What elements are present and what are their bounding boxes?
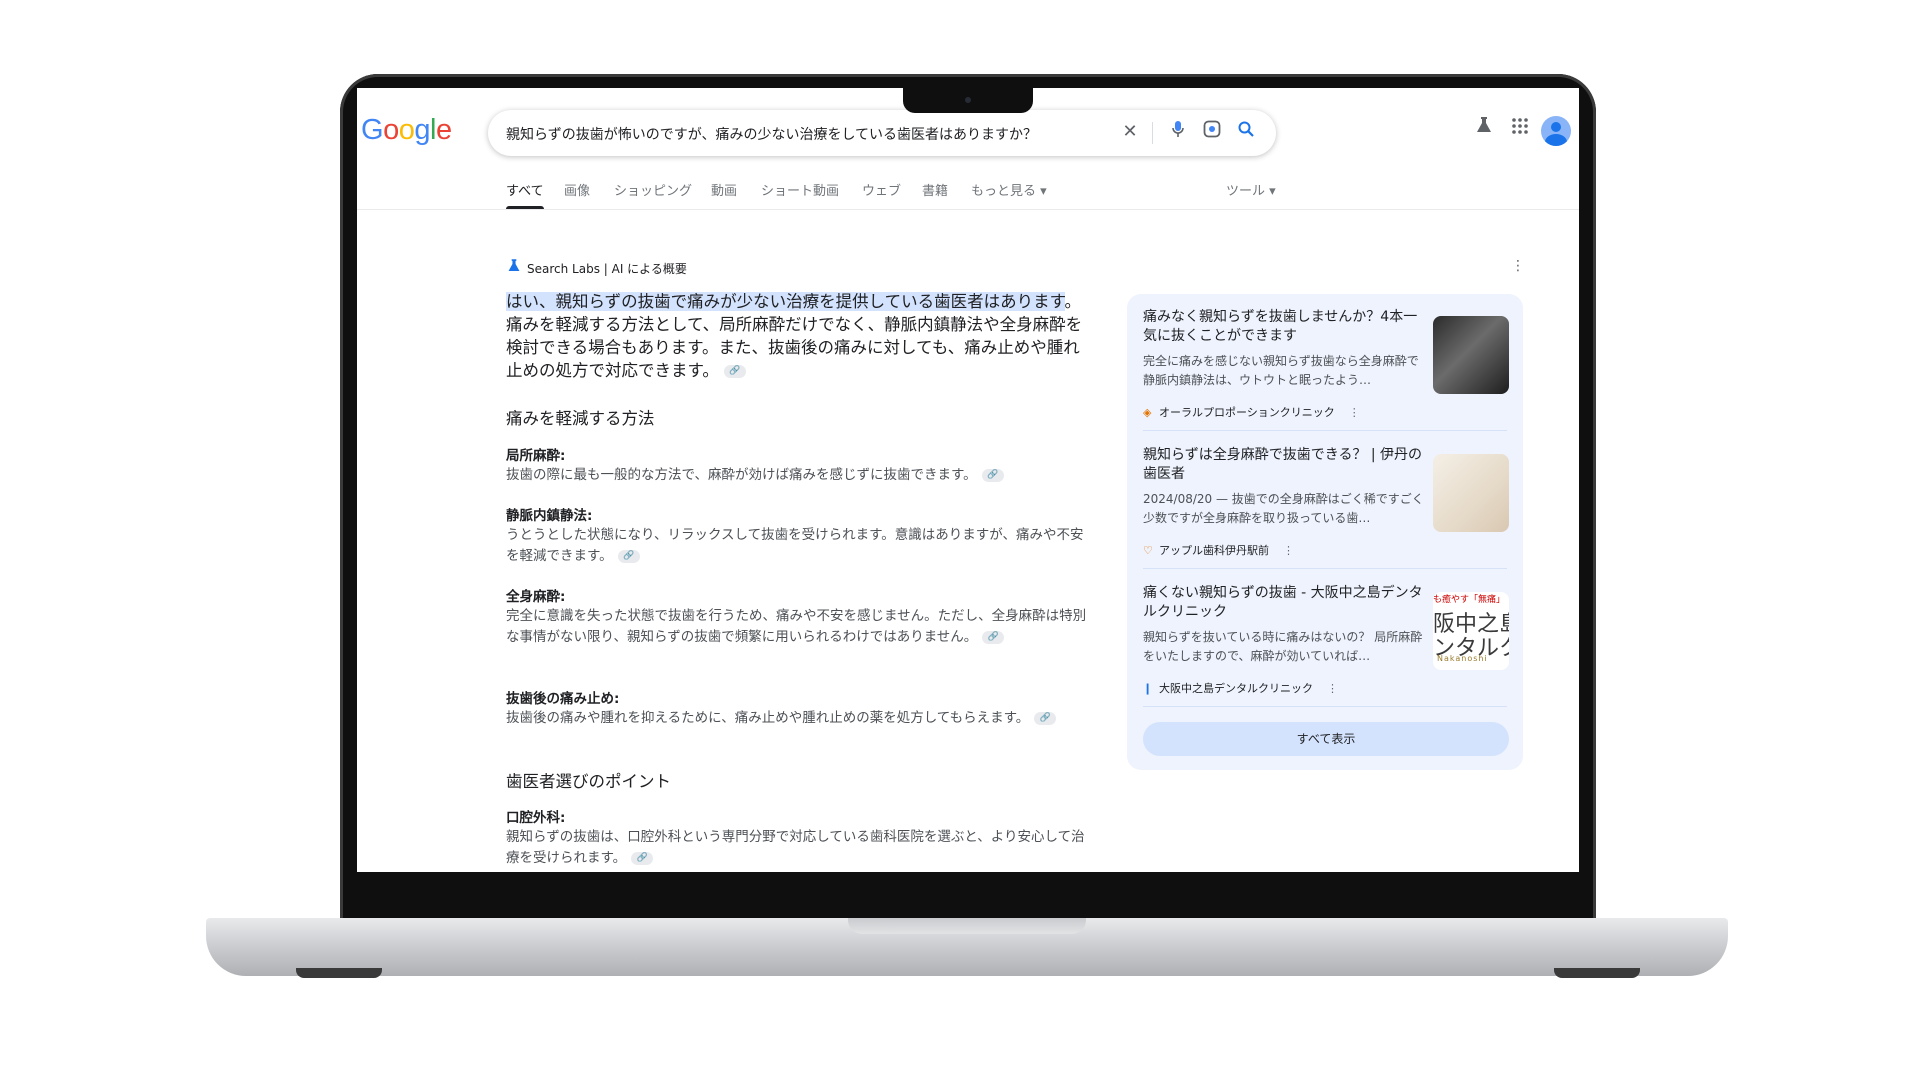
link-icon[interactable]: 🔗 [981, 468, 1004, 482]
mic-icon[interactable] [1166, 120, 1190, 144]
thumbnail-caption: も癒やす「無痛」 [1433, 595, 1506, 605]
site-favicon-icon: ❙ [1143, 682, 1153, 695]
divider [1143, 568, 1507, 569]
tabs-divider [357, 209, 1579, 210]
search-divider [1152, 122, 1153, 144]
highlighted-answer: はい、親知らずの抜歯で痛みが少ない治療を提供している歯医者はあります [506, 292, 1065, 311]
account-avatar[interactable] [1541, 116, 1571, 146]
link-icon[interactable]: 🔗 [631, 851, 654, 865]
show-all-button[interactable]: すべて表示 [1143, 722, 1509, 756]
tab-all[interactable]: すべて [506, 180, 544, 199]
tab-books[interactable]: 書籍 [922, 180, 948, 199]
more-options-icon[interactable]: ⋮ [1327, 682, 1338, 695]
item-title: 局所麻酔: [506, 448, 566, 464]
more-options-icon[interactable]: ⋮ [1283, 544, 1294, 557]
section-title: 痛みを軽減する方法 [506, 409, 655, 428]
camera-notch [903, 87, 1033, 113]
laptop-opening-notch [848, 918, 1086, 934]
lens-icon[interactable] [1200, 120, 1224, 144]
link-icon[interactable]: 🔗 [617, 549, 640, 563]
item-text: 親知らずの抜歯は、口腔外科という専門分野で対応している歯科医院を選ぶと、より安心… [506, 829, 1085, 866]
labs-flask-icon[interactable] [1469, 114, 1499, 144]
item-text: 完全に意識を失った状態で抜歯を行うため、痛みや不安を感じません。ただし、全身麻酔… [506, 608, 1087, 645]
labs-flask-icon [507, 258, 521, 277]
more-options-icon[interactable]: ⋮ [1349, 406, 1360, 419]
source-title[interactable]: 痛くない親知らずの抜歯 - 大阪中之島デンタルクリニック [1143, 584, 1425, 622]
tab-short-videos[interactable]: ショート動画 [761, 180, 839, 199]
link-icon[interactable]: 🔗 [723, 365, 746, 378]
source-snippet: 完全に痛みを感じない親知らず抜歯なら全身麻酔で 静脈内鎮静法は、ウトウトと眠った… [1143, 354, 1419, 387]
close-icon[interactable]: ✕ [1118, 120, 1142, 144]
source-title[interactable]: 痛みなく親知らずを抜歯しませんか？4本一気に抜くことができます [1143, 308, 1425, 346]
ai-answer-intro: はい、親知らずの抜歯で痛みが少ない治療を提供している歯医者はあります。痛みを軽減… [506, 290, 1090, 382]
tab-shopping[interactable]: ショッピング [614, 180, 692, 199]
source-site: ♡ アップル歯科伊丹駅前 ⋮ [1143, 544, 1294, 557]
more-options-icon[interactable]: ⋮ [1511, 258, 1525, 274]
thumbnail-caption: Nakanoshi [1437, 654, 1488, 663]
source-snippet: 2024/08/20 — 抜歯での全身麻酔はごく稀ですごく少数ですが全身麻酔を取… [1143, 492, 1424, 525]
browser-screen: Google 親知らずの抜歯が怖いのですが、痛みの少ない治療をしている歯医者はあ… [357, 88, 1579, 872]
avatar-head [1551, 122, 1561, 132]
source-card[interactable]: 親知らずは全身麻酔で抜歯できる？ | 伊丹の歯医者 2024/08/20 — 抜… [1143, 446, 1513, 566]
search-box[interactable]: 親知らずの抜歯が怖いのですが、痛みの少ない治療をしている歯医者はありますか？ ✕ [488, 110, 1276, 156]
tools-button[interactable]: ツール ▾ [1226, 180, 1276, 199]
source-thumbnail[interactable] [1433, 454, 1509, 532]
item-title: 口腔外科: [506, 810, 566, 826]
item-text: 抜歯の際に最も一般的な方法で、麻酔が効けば痛みを感じずに抜歯できます。 🔗 [506, 465, 1090, 486]
source-title[interactable]: 親知らずは全身麻酔で抜歯できる？ | 伊丹の歯医者 [1143, 446, 1425, 484]
divider [1143, 430, 1507, 431]
source-snippet: 親知らずを抜いている時に痛みはないの？ 局所麻酔をいたしますので、麻酔が効いてい… [1143, 630, 1423, 663]
item-text: 抜歯後の痛みや腫れを抑えるために、痛み止めや腫れ止めの薬を処方してもらえます。 🔗 [506, 708, 1090, 729]
source-thumbnail[interactable]: も癒やす「無痛」 阪中之島 ンタルク Nakanoshi [1433, 592, 1509, 670]
divider [1143, 706, 1507, 707]
tab-videos[interactable]: 動画 [711, 180, 737, 199]
link-icon[interactable]: 🔗 [1034, 711, 1057, 725]
apps-grid-icon[interactable] [1505, 114, 1535, 144]
tab-more[interactable]: もっと見る ▾ [971, 180, 1047, 199]
site-favicon-icon: ◈ [1143, 406, 1152, 419]
ai-overview-header: Search Labs | AI による概要 [507, 258, 687, 277]
avatar-body [1545, 134, 1567, 146]
search-icon[interactable] [1234, 120, 1258, 144]
item-title: 静脈内鎮静法: [506, 508, 593, 524]
item-title: 抜歯後の痛み止め: [506, 691, 620, 707]
section-title: 歯医者選びのポイント [506, 772, 671, 791]
camera-icon [965, 97, 971, 103]
laptop-foot [296, 968, 382, 978]
laptop-foot [1554, 968, 1640, 978]
source-card[interactable]: 痛みなく親知らずを抜歯しませんか？4本一気に抜くことができます 完全に痛みを感じ… [1143, 308, 1513, 428]
item-text: うとうとした状態になり、リラックスして抜歯を受けられます。意識はありますが、痛み… [506, 527, 1084, 564]
site-favicon-icon: ♡ [1143, 544, 1153, 557]
item-title: 全身麻酔: [506, 589, 566, 605]
source-site: ❙ 大阪中之島デンタルクリニック ⋮ [1143, 682, 1338, 695]
source-thumbnail[interactable] [1433, 316, 1509, 394]
tab-web[interactable]: ウェブ [862, 180, 901, 199]
search-input[interactable]: 親知らずの抜歯が怖いのですが、痛みの少ない治療をしている歯医者はありますか？ [506, 124, 1037, 144]
ai-overview-label: Search Labs | AI による概要 [527, 262, 687, 276]
link-icon[interactable]: 🔗 [982, 630, 1005, 644]
google-logo[interactable]: Google [361, 114, 452, 147]
source-site: ◈ オーラルプロポーションクリニック ⋮ [1143, 406, 1360, 419]
source-card[interactable]: 痛くない親知らずの抜歯 - 大阪中之島デンタルクリニック 親知らずを抜いている時… [1143, 584, 1513, 704]
sources-panel: 痛みなく親知らずを抜歯しませんか？4本一気に抜くことができます 完全に痛みを感じ… [1127, 294, 1523, 770]
tab-images[interactable]: 画像 [564, 180, 590, 199]
